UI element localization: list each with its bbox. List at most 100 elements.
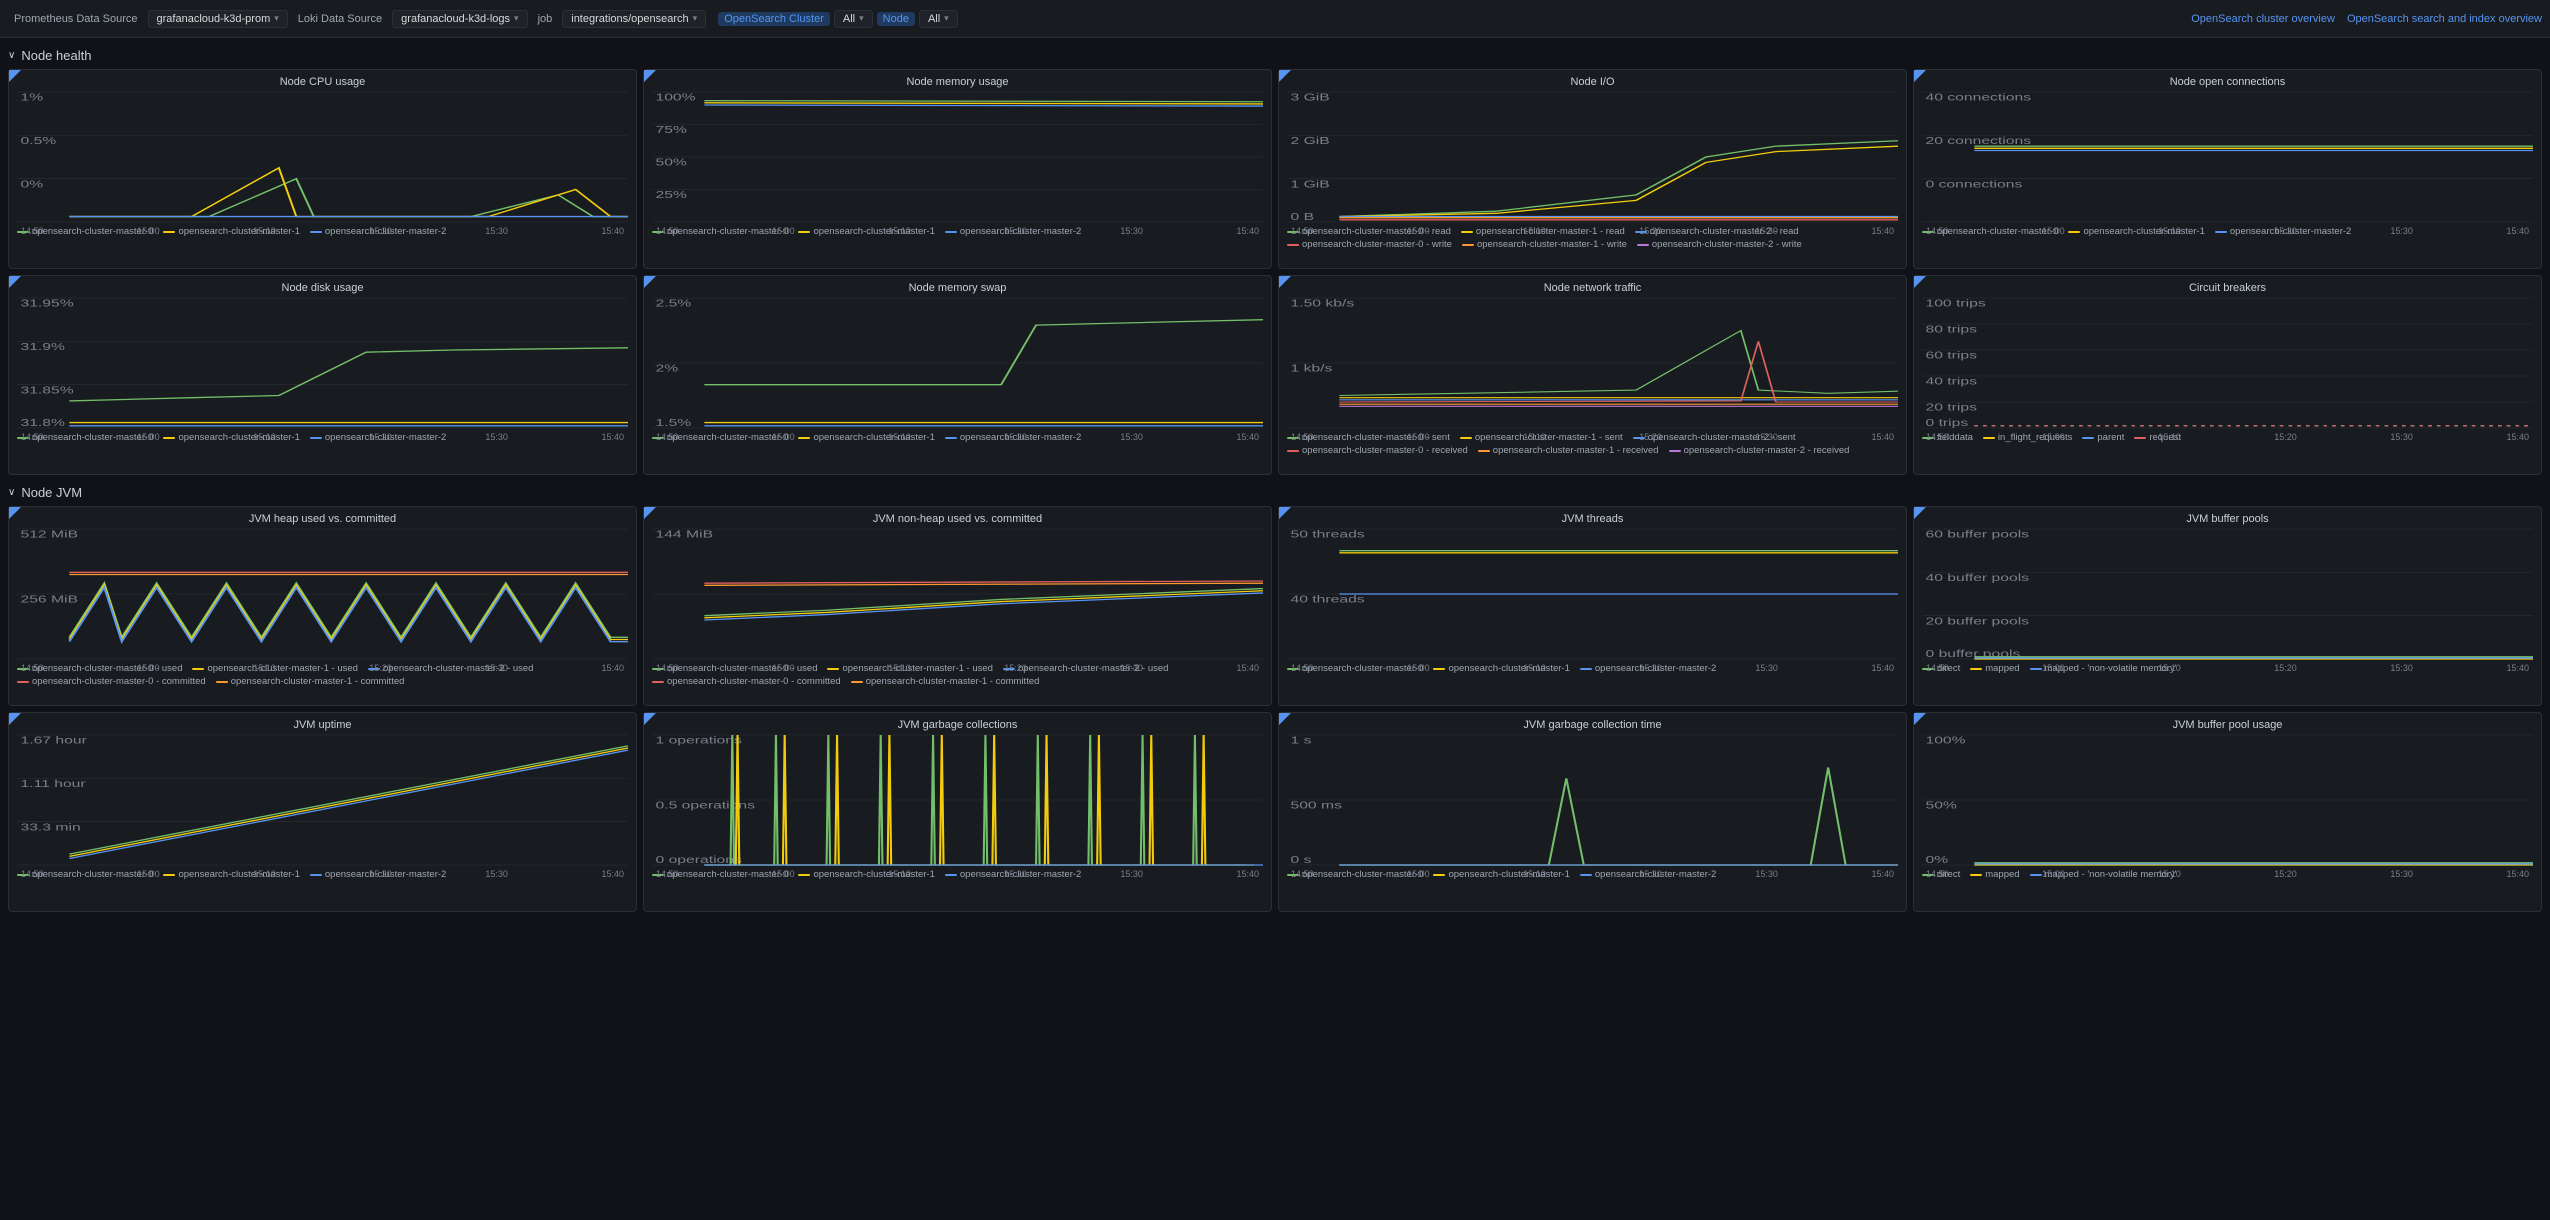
svg-text:50%: 50% [1925, 800, 1957, 811]
cluster-dropdown[interactable]: All ▾ [834, 10, 873, 28]
svg-text:0 s: 0 s [1290, 854, 1312, 865]
chart-svg: 2.5% 2% 1.5% [652, 298, 1263, 428]
node-health-panels: Node CPU usage 1% 0.5% 0% [8, 69, 2542, 475]
panel-corner-icon [9, 713, 21, 725]
panel-corner-icon [644, 70, 656, 82]
svg-text:1.67 hour: 1.67 hour [20, 735, 87, 746]
node-tag[interactable]: Node [877, 12, 915, 26]
topbar: Prometheus Data Source grafanacloud-k3d-… [0, 0, 2550, 38]
chart-svg: 100 trips 80 trips 60 trips 40 trips 20 … [1922, 298, 2533, 428]
svg-text:20 trips: 20 trips [1925, 402, 1977, 413]
chart-svg: 1% 0.5% 0% [17, 92, 628, 222]
svg-text:100 trips: 100 trips [1925, 298, 1986, 309]
panel-corner-icon [1279, 70, 1291, 82]
panel-title: Node I/O [1287, 76, 1898, 88]
svg-text:40 trips: 40 trips [1925, 376, 1977, 387]
chart-area: 1% 0.5% 0% 14:5015:0015:1015:2015:3015:4… [17, 92, 628, 222]
svg-text:60 trips: 60 trips [1925, 350, 1977, 361]
svg-text:20 buffer pools: 20 buffer pools [1925, 615, 2029, 626]
loki-ds-label: Loki Data Source [292, 11, 388, 27]
panel-jvm-non-heap: JVM non-heap used vs. committed 144 MiB … [643, 506, 1272, 706]
x-axis: 14:5015:0015:1015:2015:3015:40 [1287, 432, 1898, 442]
chart-svg: 40 connections 20 connections 0 connecti… [1922, 92, 2533, 222]
svg-text:1.50 kb/s: 1.50 kb/s [1290, 298, 1354, 309]
panel-title: Node network traffic [1287, 282, 1898, 294]
chart-area: 512 MiB 256 MiB 14:5015:0015:1015:2015:3… [17, 529, 628, 659]
opensearch-cluster-tag[interactable]: OpenSearch Cluster [718, 12, 830, 26]
svg-text:500 ms: 500 ms [1290, 800, 1342, 811]
chart-svg: 100% 50% 0% [1922, 735, 2533, 865]
svg-text:75%: 75% [655, 124, 687, 135]
svg-text:0.5 operations: 0.5 operations [655, 800, 755, 811]
job-dropdown[interactable]: integrations/opensearch ▾ [562, 10, 706, 28]
chart-area: 40 connections 20 connections 0 connecti… [1922, 92, 2533, 222]
panel-corner-icon [1279, 276, 1291, 288]
svg-text:50 threads: 50 threads [1290, 529, 1365, 540]
svg-text:1 GiB: 1 GiB [1290, 178, 1330, 189]
svg-text:0 B: 0 B [1290, 211, 1314, 222]
chart-svg: 3 GiB 2 GiB 1 GiB 0 B [1287, 92, 1898, 222]
search-index-overview-link[interactable]: OpenSearch search and index overview [2347, 13, 2542, 25]
chevron-down-icon: ▾ [274, 13, 279, 24]
chart-area: 31.95% 31.9% 31.85% 31.8% 14:5015:0015:1… [17, 298, 628, 428]
panel-cpu-usage: Node CPU usage 1% 0.5% 0% [8, 69, 637, 269]
svg-text:0 trips: 0 trips [1925, 417, 1968, 428]
panel-jvm-heap: JVM heap used vs. committed 512 MiB 256 … [8, 506, 637, 706]
panel-title: Node memory usage [652, 76, 1263, 88]
panel-jvm-gc-time: JVM garbage collection time 1 s 500 ms 0… [1278, 712, 1907, 912]
svg-text:1.11 hour: 1.11 hour [20, 778, 86, 789]
panel-jvm-gc: JVM garbage collections 1 operations 0.5… [643, 712, 1272, 912]
cluster-overview-link[interactable]: OpenSearch cluster overview [2191, 13, 2335, 25]
svg-text:20 connections: 20 connections [1925, 135, 2031, 146]
collapse-icon: ∨ [8, 50, 15, 61]
svg-text:50%: 50% [655, 157, 687, 168]
panel-title: Node CPU usage [17, 76, 628, 88]
panel-disk-usage: Node disk usage 31.95% 31.9% 31.85% 31.8… [8, 275, 637, 475]
node-jvm-section-header[interactable]: ∨ Node JVM [8, 481, 2542, 506]
node-dropdown[interactable]: All ▾ [919, 10, 958, 28]
section-title: Node JVM [21, 485, 82, 500]
svg-text:33.3 min: 33.3 min [20, 821, 80, 832]
x-axis: 14:5015:0015:1015:2015:3015:40 [652, 226, 1263, 236]
chart-svg: 31.95% 31.9% 31.85% 31.8% [17, 298, 628, 428]
panel-title: JVM buffer pools [1922, 513, 2533, 525]
svg-text:31.95%: 31.95% [20, 298, 74, 309]
node-health-section-header[interactable]: ∨ Node health [8, 44, 2542, 69]
svg-text:1 operations: 1 operations [655, 735, 742, 746]
svg-text:80 trips: 80 trips [1925, 324, 1977, 335]
svg-text:60 buffer pools: 60 buffer pools [1925, 529, 2029, 540]
prometheus-ds-dropdown[interactable]: grafanacloud-k3d-prom ▾ [148, 10, 288, 28]
panel-jvm-threads: JVM threads 50 threads 40 threads 14:501… [1278, 506, 1907, 706]
chart-svg: 1 s 500 ms 0 s [1287, 735, 1898, 865]
panel-open-connections: Node open connections 40 connections 20 … [1913, 69, 2542, 269]
svg-text:100%: 100% [1925, 735, 1966, 746]
panel-title: JVM non-heap used vs. committed [652, 513, 1263, 525]
panel-corner-icon [9, 507, 21, 519]
panel-memory-swap: Node memory swap 2.5% 2% 1.5% 14:5015:00… [643, 275, 1272, 475]
svg-text:256 MiB: 256 MiB [20, 594, 78, 605]
job-label: job [532, 11, 559, 27]
chart-area: 3 GiB 2 GiB 1 GiB 0 B 14:5015:0015:1015:… [1287, 92, 1898, 222]
chevron-down-icon: ▾ [859, 13, 864, 24]
x-axis: 14:5015:0015:1015:2015:3015:40 [1287, 226, 1898, 236]
panel-jvm-buffer-pool-usage: JVM buffer pool usage 100% 50% 0% 14:501… [1913, 712, 2542, 912]
panel-corner-icon [1914, 276, 1926, 288]
x-axis: 14:5015:0015:1015:2015:3015:40 [1922, 869, 2533, 879]
svg-text:31.85%: 31.85% [20, 384, 74, 395]
node-jvm-panels: JVM heap used vs. committed 512 MiB 256 … [8, 506, 2542, 912]
collapse-icon: ∨ [8, 487, 15, 498]
chart-area: 2.5% 2% 1.5% 14:5015:0015:1015:2015:3015… [652, 298, 1263, 428]
panel-node-io: Node I/O 3 GiB 2 GiB 1 GiB 0 B [1278, 69, 1907, 269]
panel-corner-icon [644, 276, 656, 288]
svg-text:2 GiB: 2 GiB [1290, 135, 1330, 146]
chart-area: 60 buffer pools 40 buffer pools 20 buffe… [1922, 529, 2533, 659]
loki-ds-dropdown[interactable]: grafanacloud-k3d-logs ▾ [392, 10, 527, 28]
chart-area: 100% 75% 50% 25% 14:5015:0015:1015:2015:… [652, 92, 1263, 222]
svg-text:25%: 25% [655, 189, 687, 200]
chart-area: 100% 50% 0% 14:5015:0015:1015:2015:3015:… [1922, 735, 2533, 865]
panel-title: JVM uptime [17, 719, 628, 731]
panel-title: JVM buffer pool usage [1922, 719, 2533, 731]
svg-text:0 operations: 0 operations [655, 854, 742, 865]
chart-area: 1.67 hour 1.11 hour 33.3 min 14:5015:001… [17, 735, 628, 865]
chart-area: 50 threads 40 threads 14:5015:0015:1015:… [1287, 529, 1898, 659]
